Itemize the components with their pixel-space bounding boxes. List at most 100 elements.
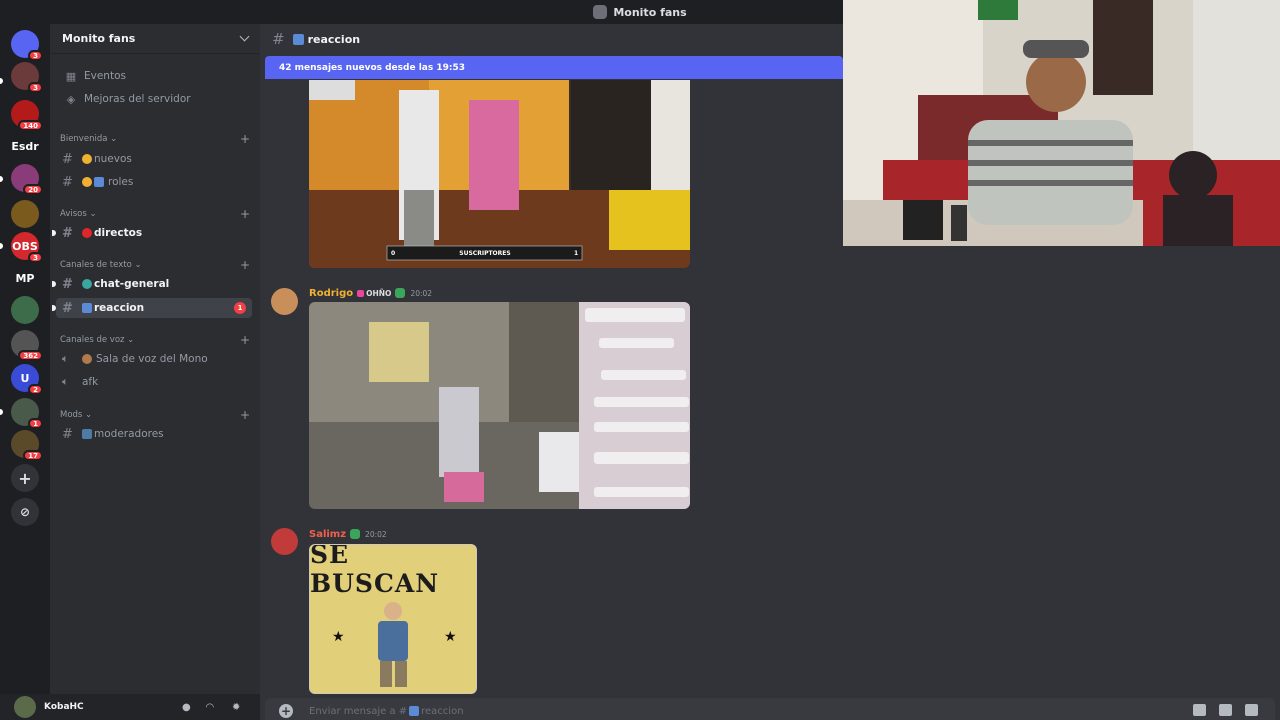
image-attachment[interactable]: SE BUSCAN ★ ★ <box>309 544 477 694</box>
channel-label: roles <box>108 176 134 188</box>
webcam-feed <box>843 0 1280 246</box>
add-server-icon[interactable]: + <box>11 464 39 492</box>
wanted-poster-art: ★ ★ <box>332 602 457 687</box>
channel-roles[interactable]: # roles <box>56 172 252 192</box>
message-header: Salimz 20:02 <box>309 527 387 541</box>
channel-label: Sala de voz del Mono <box>96 353 208 365</box>
voice-channel-sala[interactable]: 🔈︎ Sala de voz del Mono <box>56 349 252 369</box>
category-voz[interactable]: Canales de voz ⌄ + <box>60 333 250 347</box>
channel-moderadores[interactable]: # moderadores <box>56 424 252 444</box>
server-label: U <box>20 371 30 385</box>
gif-icon[interactable] <box>1219 704 1232 716</box>
chevron-down-icon <box>239 31 250 42</box>
mention-badge: 2 <box>28 384 43 395</box>
mute-icon[interactable]: ● <box>182 702 191 713</box>
composer-placeholder: Enviar mensaje a # <box>309 705 408 717</box>
unread-dot <box>52 305 56 311</box>
message-composer[interactable]: + Enviar mensaje a # reaccion <box>265 698 1275 720</box>
channel-sidebar: Monito fans ▦ Eventos ◈ Mejoras del serv… <box>50 24 260 694</box>
server-icon-5[interactable] <box>11 200 39 228</box>
discover-icon[interactable]: ⊘ <box>11 498 39 526</box>
category-mods[interactable]: Mods ⌄ + <box>60 408 250 422</box>
hashtag-icon: # <box>62 300 73 316</box>
server-label: MP <box>15 271 35 285</box>
mention-badge: 20 <box>23 184 43 195</box>
server-icon-6[interactable]: OBS 3 <box>11 232 43 263</box>
hashtag-icon: # <box>62 174 73 190</box>
hashtag-icon: # <box>62 276 73 292</box>
channel-nuevos[interactable]: # nuevos <box>56 149 252 169</box>
channel-label: afk <box>82 376 99 388</box>
server-icon-4[interactable]: 20 <box>11 164 43 195</box>
mention-badge: 3 <box>28 82 43 93</box>
nav-events[interactable]: ▦ Eventos <box>58 66 253 86</box>
composer-channel: reaccion <box>421 705 464 717</box>
caption-left: 0 <box>391 250 396 257</box>
message-timestamp: 20:02 <box>410 288 433 298</box>
unread-indicator <box>0 243 3 249</box>
add-channel-icon[interactable]: + <box>240 132 250 146</box>
nav-server-boosts[interactable]: ◈ Mejoras del servidor <box>58 89 253 109</box>
server-header[interactable]: Monito fans <box>50 24 260 54</box>
video-thumbnail <box>309 80 690 268</box>
hashtag-icon: # <box>62 426 73 442</box>
image-attachment[interactable]: 0 SUSCRIPTORES 1 <box>309 80 690 268</box>
boost-icon: ◈ <box>66 92 76 106</box>
server-icon-2[interactable]: 140 <box>11 100 43 131</box>
new-messages-banner[interactable]: 42 mensajes nuevos desde las 19:53 <box>265 56 843 79</box>
add-channel-icon[interactable]: + <box>240 333 250 347</box>
server-icon-10[interactable]: U2 <box>11 364 43 395</box>
mention-badge: 3 <box>28 252 43 263</box>
gear-icon[interactable]: ✹ <box>232 702 240 713</box>
selected-server-indicator <box>0 409 3 415</box>
channel-directos[interactable]: # directos <box>52 223 252 243</box>
mention-badge: 17 <box>23 450 43 461</box>
flag-emoji-icon <box>82 303 92 313</box>
category-avisos[interactable]: Avisos ⌄ + <box>60 207 250 221</box>
flag-emoji-icon <box>292 33 304 45</box>
nav-events-label: Eventos <box>84 70 126 82</box>
add-channel-icon[interactable]: + <box>240 258 250 272</box>
message-author[interactable]: Salimz <box>309 529 346 540</box>
add-channel-icon[interactable]: + <box>240 408 250 422</box>
author-avatar[interactable] <box>271 528 298 555</box>
globe-emoji-icon <box>82 279 92 289</box>
mention-badge: 1 <box>28 418 43 429</box>
calendar-icon: ▦ <box>65 69 77 83</box>
category-texto[interactable]: Canales de texto ⌄ + <box>60 258 250 272</box>
server-icon-9[interactable]: 362 <box>11 330 43 361</box>
image-attachment[interactable] <box>309 302 690 509</box>
category-bienvenida[interactable]: Bienvenida ⌄ + <box>60 132 250 146</box>
unread-indicator <box>0 176 3 182</box>
officer-emoji-icon <box>82 429 92 439</box>
server-icon-3[interactable]: Esdr <box>11 132 39 160</box>
caption-right: 1 <box>574 250 579 257</box>
channel-reaccion[interactable]: # reaccion 1 <box>52 298 252 318</box>
message-header: Rodrigo OHÑO 20:02 <box>309 286 432 300</box>
voice-channel-afk[interactable]: 🔈︎ afk <box>56 372 252 392</box>
add-channel-icon[interactable]: + <box>240 207 250 221</box>
server-label: OBS <box>12 239 38 253</box>
add-attachment-icon[interactable]: + <box>279 704 293 718</box>
hashtag-icon: # <box>62 225 73 241</box>
mention-badge: 1 <box>234 302 246 314</box>
server-icon-8[interactable] <box>11 296 39 324</box>
mention-badge: 3 <box>28 50 43 61</box>
channel-chat-general[interactable]: # chat-general <box>52 274 252 294</box>
server-icon-11[interactable]: 1 <box>11 398 43 429</box>
nav-boosts-label: Mejoras del servidor <box>84 93 191 105</box>
verified-badge-icon <box>350 529 361 539</box>
gift-icon[interactable] <box>1193 704 1206 716</box>
author-avatar[interactable] <box>271 288 298 315</box>
category-label: Bienvenida <box>60 134 108 144</box>
caption-center: SUSCRIPTORES <box>459 250 511 257</box>
server-icon-12[interactable]: 17 <box>11 430 43 461</box>
server-icon-0[interactable]: 3 <box>11 30 43 61</box>
sticker-icon[interactable] <box>1245 704 1258 716</box>
window-title: Monito fans <box>613 5 687 19</box>
headphones-icon[interactable]: ◠ <box>206 702 214 713</box>
server-icon-7[interactable]: MP <box>11 264 39 292</box>
message-author[interactable]: Rodrigo <box>309 288 353 299</box>
user-avatar[interactable] <box>14 696 36 718</box>
server-icon-1[interactable]: 3 <box>11 62 43 93</box>
